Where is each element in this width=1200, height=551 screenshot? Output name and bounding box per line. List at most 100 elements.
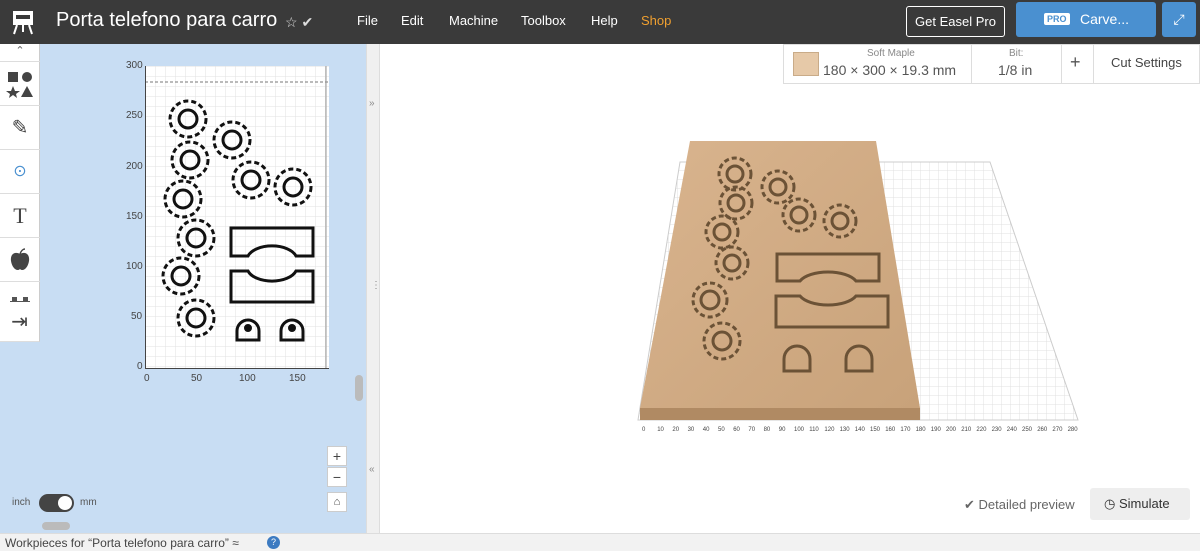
expand-icon[interactable]: ⤢ <box>1162 2 1196 37</box>
cut-settings-button[interactable]: Cut Settings <box>1111 55 1182 70</box>
preview-x-tick: 170 <box>900 427 911 433</box>
easel-logo-icon[interactable] <box>9 8 37 36</box>
preview-x-tick: 20 <box>672 427 679 433</box>
top-bar: Porta telefono para carro ☆ ✔ File Edit … <box>0 0 1200 44</box>
plus-icon: + <box>1070 52 1081 72</box>
3d-preview[interactable]: 0 10 20 30 40 50 60 70 80 90 100 110 120 130 140 150 160… <box>380 44 1200 533</box>
simulate-button[interactable]: ◷ Simulate <box>1090 488 1190 520</box>
unit-toggle-switch[interactable] <box>39 494 74 512</box>
preview-x-tick: 100 <box>794 427 805 433</box>
expand-right-icon[interactable]: » <box>369 98 375 109</box>
simulate-label: Simulate <box>1118 496 1170 511</box>
detailed-preview-label: Detailed preview <box>978 497 1075 512</box>
minus-icon: − <box>332 469 342 485</box>
workpieces-bar[interactable]: Workpieces for “Porta telefono para carr… <box>0 533 1200 551</box>
horizontal-scrollbar[interactable] <box>42 522 70 530</box>
preview-x-tick: 90 <box>779 427 786 433</box>
preview-x-tick: 180 <box>916 427 927 433</box>
y-tick-200: 200 <box>126 161 143 172</box>
preview-x-tick: 200 <box>946 427 957 433</box>
preview-x-tick: 280 <box>1068 427 1079 433</box>
workpieces-label: Workpieces for “Porta telefono para carr… <box>5 536 239 550</box>
unit-mm-label: mm <box>80 497 97 508</box>
toggle-knob <box>58 496 72 510</box>
preview-x-tick: 270 <box>1052 427 1063 433</box>
y-tick-100: 100 <box>126 261 143 272</box>
carve-preview: 0 10 20 30 40 50 60 70 80 90 100 110 120 130 140 150 160… <box>637 141 1079 433</box>
help-icon[interactable]: ? <box>267 536 280 549</box>
design-grid <box>145 66 329 368</box>
preview-x-tick: 120 <box>824 427 835 433</box>
detailed-preview-toggle[interactable]: ✔ Detailed preview <box>964 497 1075 513</box>
y-tick-0: 0 <box>137 361 143 372</box>
y-tick-250: 250 <box>126 110 143 121</box>
home-icon: ⌂ <box>333 496 341 508</box>
shapes-icon <box>6 72 33 98</box>
menu-help[interactable]: Help <box>591 13 618 28</box>
preview-x-tick: 130 <box>840 427 851 433</box>
preview-x-tick: 240 <box>1007 427 1018 433</box>
pen-tool[interactable]: ✎ <box>0 106 40 150</box>
material-name[interactable]: Soft Maple <box>867 48 915 59</box>
panel-divider[interactable]: » ⋮ « <box>366 44 381 533</box>
get-easel-pro-button[interactable]: Get Easel Pro <box>906 6 1005 37</box>
menu-toolbox[interactable]: Toolbox <box>521 13 566 28</box>
zoom-out-button[interactable]: − <box>327 467 347 487</box>
separator <box>1061 44 1062 84</box>
menu-shop[interactable]: Shop <box>641 13 671 28</box>
preview-x-tick: 110 <box>809 427 819 433</box>
carve-button[interactable]: PRO Carve... <box>1016 2 1156 37</box>
material-swatch[interactable] <box>793 52 819 76</box>
menu-machine[interactable]: Machine <box>449 13 498 28</box>
unit-inch-label: inch <box>12 497 31 508</box>
crosshair-icon: ⊙ <box>13 163 27 180</box>
collapse-left-icon[interactable]: « <box>369 464 375 475</box>
material-dimensions[interactable]: 180 × 300 × 19.3 mm <box>823 62 956 78</box>
preview-x-tick: 210 <box>961 427 972 433</box>
home-view-button[interactable]: ⌂ <box>327 492 347 512</box>
project-title[interactable]: Porta telefono para carro <box>56 9 277 32</box>
vertical-scrollbar[interactable] <box>355 375 363 401</box>
shapes-tool[interactable] <box>0 62 40 106</box>
import-icon: ⇥ <box>11 311 28 333</box>
preview-x-tick: 190 <box>931 427 942 433</box>
zoom-in-button[interactable]: + <box>327 446 347 466</box>
preview-x-tick: 250 <box>1022 427 1033 433</box>
y-tick-50: 50 <box>131 311 143 322</box>
menu-file[interactable]: File <box>357 13 378 28</box>
separator <box>1093 44 1094 84</box>
preview-x-tick: 230 <box>992 427 1003 433</box>
preview-x-tick: 10 <box>657 427 664 433</box>
bit-label: Bit: <box>1009 48 1024 59</box>
design-canvas[interactable] <box>145 66 329 368</box>
preview-x-tick: 40 <box>703 427 710 433</box>
bit-value[interactable]: 1/8 in <box>998 62 1032 78</box>
icon-library-tool[interactable] <box>0 238 40 282</box>
collapse-toolbar-icon[interactable]: ⌃ <box>0 44 40 62</box>
point-tool[interactable]: ⊙ <box>0 150 40 194</box>
preview-x-tick: 80 <box>764 427 771 433</box>
add-bit-button[interactable]: + <box>1070 52 1081 73</box>
menu-edit[interactable]: Edit <box>401 13 423 28</box>
preview-x-tick: 60 <box>733 427 740 433</box>
clock-icon: ◷ <box>1104 496 1116 511</box>
check-icon: ✔ <box>964 497 975 512</box>
text-icon: T <box>13 203 27 228</box>
preview-x-tick: 30 <box>688 427 695 433</box>
y-tick-300: 300 <box>126 60 143 71</box>
preview-x-tick: 70 <box>748 427 755 433</box>
text-tool[interactable]: T <box>0 194 40 238</box>
preview-x-tick: 220 <box>976 427 987 433</box>
pro-badge: PRO <box>1044 13 1070 25</box>
preview-axis-ticks: 0 10 20 30 40 50 60 70 80 90 100 110 120 130 140 150 160… <box>642 427 1078 433</box>
import-tool-button[interactable]: ⇥ <box>0 302 40 342</box>
preview-x-tick: 150 <box>870 427 881 433</box>
x-axis-line <box>145 368 329 369</box>
x-tick-0: 0 <box>144 373 150 384</box>
star-check-icon[interactable]: ☆ ✔ <box>285 14 313 31</box>
y-tick-150: 150 <box>126 211 143 222</box>
carve-label: Carve... <box>1080 11 1130 27</box>
x-tick-100: 100 <box>239 373 256 384</box>
pen-icon: ✎ <box>11 117 29 139</box>
x-tick-150: 150 <box>289 373 306 384</box>
